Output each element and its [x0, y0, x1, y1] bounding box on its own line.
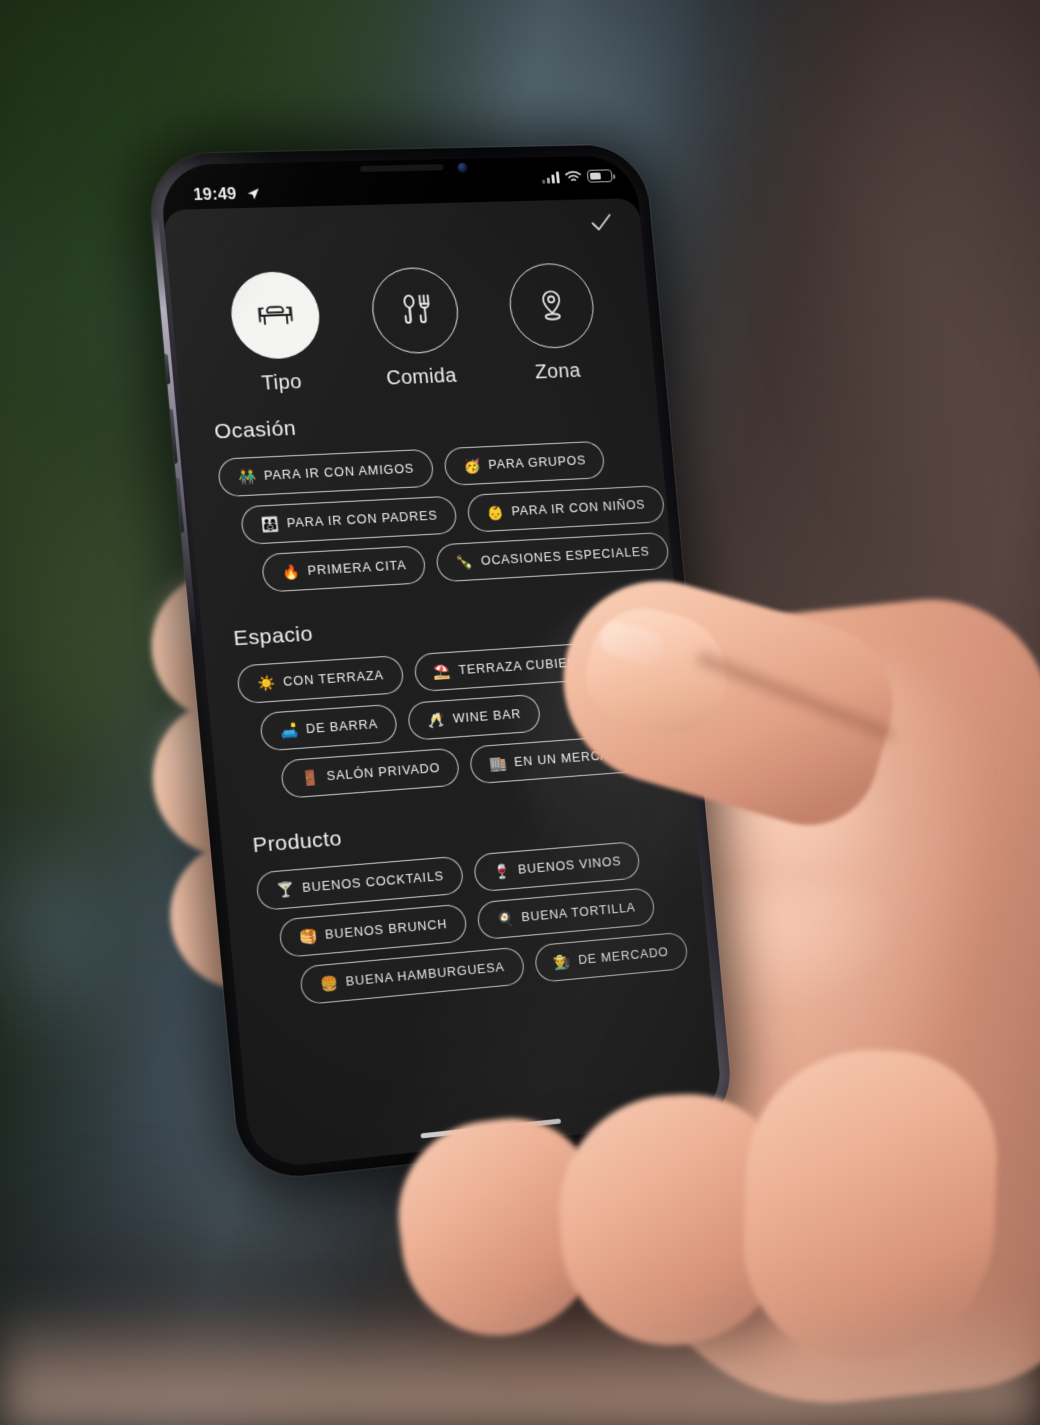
- category-zona-circle[interactable]: [505, 262, 598, 350]
- chip-label: Salón privado: [326, 760, 441, 784]
- chip-emoji-icon: 🍷: [492, 862, 513, 880]
- fork-spoon-icon: [403, 294, 430, 324]
- filter-chip[interactable]: 🥞 Buenos brunch: [278, 903, 468, 959]
- filter-chip[interactable]: 👨‍🌾 De mercado: [533, 931, 689, 984]
- filter-chip[interactable]: 🍸 Buenos cocktails: [255, 855, 465, 912]
- category-zona-label: Zona: [534, 359, 582, 384]
- category-tipo[interactable]: Tipo: [208, 270, 346, 398]
- chip-emoji-icon: 🍸: [275, 880, 296, 899]
- wifi-icon: [564, 170, 582, 183]
- chip-emoji-icon: 👨‍👩‍👧: [260, 515, 281, 533]
- chip-emoji-icon: 🏬: [488, 754, 509, 773]
- chip-label: Para ir con amigos: [263, 461, 415, 483]
- earpiece-speaker: [359, 164, 445, 173]
- chip-label: Buenos vinos: [517, 854, 622, 877]
- status-indicators: [541, 169, 613, 184]
- battery-icon: [586, 169, 613, 183]
- filter-chip[interactable]: 🥳 Para grupos: [443, 440, 607, 486]
- chip-emoji-icon: ☀️: [256, 674, 277, 692]
- location-arrow-icon: [247, 188, 260, 200]
- filter-chip[interactable]: 👬 Para ir con amigos: [216, 448, 435, 498]
- chip-label: Buena hamburguesa: [345, 960, 506, 989]
- chip-emoji-icon: 👬: [237, 468, 258, 486]
- category-tipo-circle[interactable]: [227, 270, 324, 361]
- category-selector: Tipo Comida Zona: [190, 245, 634, 398]
- chip-emoji-icon: ⛱️: [432, 662, 453, 680]
- chip-emoji-icon: 👶: [486, 503, 506, 521]
- chip-label: De barra: [305, 717, 379, 737]
- chip-emoji-icon: 👨‍🌾: [552, 952, 573, 971]
- chip-label: Con terraza: [282, 668, 385, 689]
- chip-label: Ocasiones especiales: [480, 544, 651, 568]
- chip-label: Para ir con padres: [286, 508, 439, 531]
- status-clock: 19:49: [192, 185, 238, 205]
- checkmark-icon[interactable]: [587, 209, 614, 235]
- chip-label: Wine bar: [452, 707, 522, 726]
- table-chairs-icon: [251, 292, 300, 338]
- foreground-blur: [0, 1300, 1040, 1425]
- chip-label: Buenos brunch: [324, 917, 448, 942]
- category-comida-circle[interactable]: [368, 266, 462, 355]
- chip-label: Buena tortilla: [520, 900, 637, 925]
- front-camera: [457, 162, 468, 173]
- filter-chip[interactable]: 👶 Para ir con niños: [466, 484, 666, 533]
- filter-chip[interactable]: 🥂 Wine bar: [407, 693, 542, 741]
- filter-chip[interactable]: 🛋️ De barra: [259, 703, 399, 752]
- photo-scene: Tipo Comida Zona Ocasión 👬 PARA IR CON A…: [0, 0, 1040, 1425]
- chip-emoji-icon: 🥞: [298, 927, 319, 946]
- chip-emoji-icon: 🚪: [300, 768, 321, 787]
- filter-chip[interactable]: 🚪 Salón privado: [279, 747, 461, 799]
- category-comida-label: Comida: [385, 364, 458, 390]
- chip-label: Para ir con niños: [511, 497, 646, 519]
- location-pin-icon: [528, 283, 575, 328]
- filter-section: Producto 🍸 Buenos cocktails 🍷 Buenos vinos 🥞 B…: [241, 779, 689, 1009]
- cellular-signal-icon: [541, 171, 560, 184]
- filter-section: Ocasión 👬 Para ir con amigos 🥳 Para grupos 👨‍…: [203, 380, 670, 595]
- chip-emoji-icon: 🥳: [462, 457, 483, 475]
- chip-emoji-icon: 🍳: [495, 910, 516, 928]
- filter-chip[interactable]: 🍔 Buena hamburguesa: [299, 946, 526, 1006]
- chip-label: Para grupos: [487, 453, 587, 472]
- filter-chip[interactable]: 👨‍👩‍👧 Para ir con padres: [239, 495, 459, 545]
- category-tipo-label: Tipo: [260, 370, 303, 395]
- category-zona[interactable]: Zona: [487, 262, 618, 386]
- chip-emoji-icon: 🍾: [455, 553, 475, 571]
- chip-label: Buenos cocktails: [301, 869, 445, 896]
- chip-emoji-icon: 🥂: [427, 711, 447, 729]
- chip-emoji-icon: 🔥: [281, 563, 302, 581]
- filter-chip[interactable]: 🔥 Primera cita: [260, 545, 428, 593]
- filter-chip[interactable]: 🍷 Buenos vinos: [472, 840, 642, 893]
- category-comida[interactable]: Comida: [349, 266, 483, 392]
- section-title: Ocasión: [213, 416, 298, 444]
- notch: [300, 155, 503, 195]
- filter-chip[interactable]: 🍾 Ocasiones especiales: [435, 531, 670, 583]
- chip-label: De mercado: [577, 944, 670, 968]
- filter-chip[interactable]: 🍳 Buena tortilla: [476, 887, 656, 941]
- filter-chip[interactable]: ☀️ Con terraza: [236, 654, 405, 705]
- chip-emoji-icon: 🛋️: [279, 721, 300, 740]
- chip-emoji-icon: 🍔: [319, 974, 340, 993]
- chip-label: Primera cita: [307, 558, 408, 578]
